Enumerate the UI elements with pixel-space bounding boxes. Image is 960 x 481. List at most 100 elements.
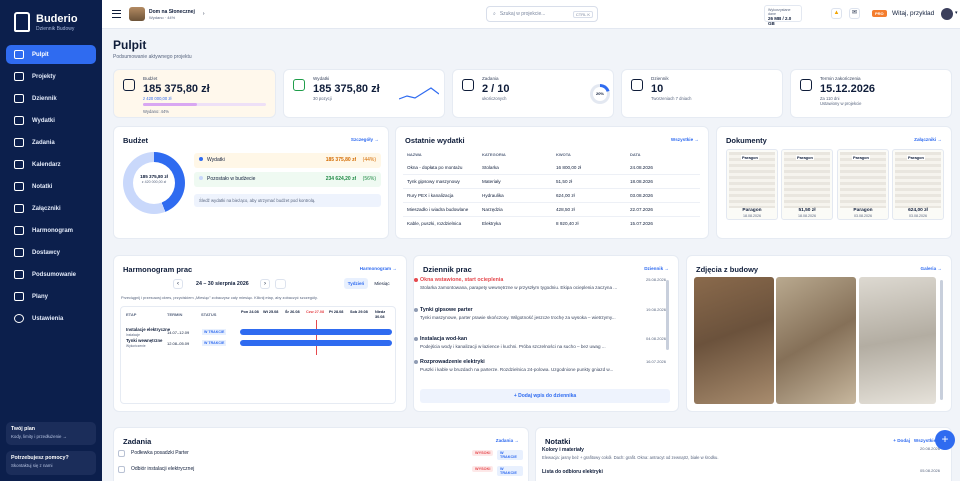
folder-icon xyxy=(14,72,24,81)
stat-card-budget[interactable]: Budżet 185 375,80 zł z 420 000,00 zł Wyd… xyxy=(113,69,276,118)
task-item[interactable]: Odbiór instalacji elektrycznej WYSOKI W TR… xyxy=(118,464,523,480)
col-header: ETAP xyxy=(126,312,137,317)
task-item[interactable]: Podłewka posadzki Parter WYSOKI W TRAKCIE xyxy=(118,448,523,464)
brand[interactable]: Buderio Dziennik Budowy xyxy=(14,12,78,32)
stat-value: 185 375,80 zł xyxy=(143,83,210,95)
sidebar-item-harmonogram[interactable]: Harmonogram xyxy=(6,221,96,240)
construction-photo[interactable] xyxy=(694,277,774,404)
sidebar-item-kalendarz[interactable]: Kalendarz xyxy=(6,155,96,174)
document-thumb[interactable]: Paragon Paragon 18.08.2026 xyxy=(726,149,778,220)
sidebar-item-pulpit[interactable]: Pulpit xyxy=(6,45,96,64)
note-text: Elewacja: jasny beż + grafitowy cokół. D… xyxy=(542,455,719,460)
tasks-link[interactable]: Zadania → xyxy=(496,438,519,443)
view-month-button[interactable]: Miesiąc xyxy=(370,278,394,289)
next-week-button[interactable]: › xyxy=(260,279,270,289)
note-item[interactable]: Lista do odbioru elektryki 05.08.2026 xyxy=(542,468,940,475)
schedule-hint: Przeciągnij i przesuwaj okres, przyciski… xyxy=(121,295,318,300)
budget-details-link[interactable]: Szczegóły → xyxy=(351,137,379,142)
project-thumbnail xyxy=(129,7,145,21)
gantt-bar[interactable] xyxy=(240,329,392,335)
task-checkbox[interactable] xyxy=(118,450,125,457)
stat-card-expenses[interactable]: Wydatki 185 375,80 zł 30 pozycji xyxy=(283,69,445,118)
expenses-all-link[interactable]: Wszystkie → xyxy=(671,137,699,142)
diary-scrollbar[interactable] xyxy=(666,280,669,350)
add-fab-button[interactable]: + xyxy=(935,430,955,450)
sidebar: Buderio Dziennik Budowy Pulpit Projekty … xyxy=(0,0,102,481)
schedule-link[interactable]: Harmonogram → xyxy=(360,266,397,271)
sidebar-item-wydatki[interactable]: Wydatki xyxy=(6,111,96,130)
sidebar-item-label: Dziennik xyxy=(32,95,57,102)
cell: Okna - dopłata po montażu xyxy=(407,165,463,170)
receipt-image: Paragon xyxy=(895,152,941,208)
sidebar-item-plany[interactable]: Plany xyxy=(6,287,96,306)
add-diary-entry-button[interactable]: + Dodaj wpis do dziennika xyxy=(420,389,670,403)
document-date: 03.08.2026 xyxy=(909,214,927,218)
add-note-link[interactable]: + Dodaj xyxy=(893,438,910,443)
table-row[interactable]: Rury PEX i kanalizacja Hydraulika 624,00 z… xyxy=(403,189,700,203)
entry-date: 04.08.2026 xyxy=(645,336,666,341)
diary-link[interactable]: Dziennik → xyxy=(644,266,669,271)
plan-box[interactable]: Twój plan Kody, limity i przedłużenie → xyxy=(6,422,96,445)
gantt-row[interactable]: Tynki wewnętrzne Wykończenie 12.08–05.09… xyxy=(125,338,395,350)
calendar-icon[interactable] xyxy=(275,279,286,289)
day-header: Pt 28.08 xyxy=(329,310,344,314)
sidebar-item-projekty[interactable]: Projekty xyxy=(6,67,96,86)
attachments-link[interactable]: Załączniki → xyxy=(914,137,942,142)
document-thumb[interactable]: Paragon 624,00 zł 03.08.2026 xyxy=(892,149,944,220)
card-title: Notatki xyxy=(545,437,571,446)
photos-scrollbar[interactable] xyxy=(940,280,943,400)
table-row[interactable]: Kable, puszki, rozdzielnica Elektryka 8 92… xyxy=(403,217,700,231)
sidebar-item-label: Podsumowanie xyxy=(32,271,77,278)
diary-entry[interactable]: Tynki gipsowe parter Tynki maszynowe, par… xyxy=(414,307,666,321)
cell: Hydraulika xyxy=(482,193,504,198)
table-row[interactable]: Okna - dopłata po montażu Stolarka 16 800,… xyxy=(403,161,700,175)
sidebar-item-ustawienia[interactable]: Ustawienia xyxy=(6,309,96,328)
prev-week-button[interactable]: ‹ xyxy=(173,279,183,289)
bell-icon[interactable]: ▲ xyxy=(831,8,842,19)
stat-card-deadline[interactable]: Termin zakończenia 15.12.2026 Za 110 dni… xyxy=(790,69,952,118)
table-row[interactable]: Mieszadło i wiadra budowlane Narzędzia 428… xyxy=(403,203,700,217)
sidebar-item-dostawcy[interactable]: Dostawcy xyxy=(6,243,96,262)
edit-icon xyxy=(631,79,643,91)
cell: 51,50 zł xyxy=(556,179,573,184)
help-title: Potrzebujesz pomocy? xyxy=(11,455,69,461)
diary-entry[interactable]: Instalacja wod-kan Podejścia wody i kanal… xyxy=(414,336,666,350)
construction-photo[interactable] xyxy=(776,277,856,404)
budget-card: Budżet Szczegóły → 185 375,80 zł z 420 0… xyxy=(113,126,389,239)
table-row[interactable]: Tynk gipsowy maszynowy Materiały 51,50 zł 1… xyxy=(403,175,700,189)
note-icon xyxy=(14,182,24,191)
document-thumb[interactable]: Paragon Paragon 03.08.2026 xyxy=(837,149,889,220)
search-input[interactable]: ⌕ Szukaj w projekcie... CTRL K xyxy=(486,6,598,22)
receipt-stamp: Paragon xyxy=(741,155,760,160)
avatar[interactable] xyxy=(941,8,953,20)
document-thumb[interactable]: Paragon 51,50 zł 18.08.2026 xyxy=(781,149,833,220)
ring-label: 20% xyxy=(593,87,607,101)
sidebar-item-zadania[interactable]: Zadania xyxy=(6,133,96,152)
task-checkbox[interactable] xyxy=(118,466,125,473)
view-week-button[interactable]: Tydzień xyxy=(344,278,368,289)
cell: 8 920,40 zł xyxy=(556,221,579,226)
note-item[interactable]: Kolory i materiały Elewacja: jasny beż + … xyxy=(542,446,940,460)
wallet-icon xyxy=(14,116,24,125)
logo-icon xyxy=(14,12,30,32)
menu-icon[interactable] xyxy=(112,10,121,18)
stat-card-diary[interactable]: Dziennik 10 Tworzeniach 7 dniach xyxy=(621,69,783,118)
sidebar-item-podsumowanie[interactable]: Podsumowanie xyxy=(6,265,96,284)
sidebar-item-zalaczniki[interactable]: Załączniki xyxy=(6,199,96,218)
task-name: Odbiór instalacji elektrycznej xyxy=(131,466,195,472)
gantt-table xyxy=(120,306,396,404)
project-selector[interactable]: Dom na Słonecznej Wydano · 44% › xyxy=(129,5,209,23)
left-label: Pozostało w budżecie xyxy=(207,176,256,182)
mail-icon[interactable]: ✉ xyxy=(849,8,860,19)
chevron-down-icon[interactable]: ▾ xyxy=(955,10,958,16)
diary-entry[interactable]: Rozprowadzenie elektryki Puszki i kable w… xyxy=(414,359,666,373)
construction-photo[interactable] xyxy=(859,277,936,404)
diary-entry[interactable]: Okna wstawione, start ocieplenia Stolarka… xyxy=(414,277,666,291)
sidebar-item-dziennik[interactable]: Dziennik xyxy=(6,89,96,108)
entry-dot xyxy=(414,337,418,341)
help-box[interactable]: Potrzebujesz pomocy? Skontaktuj się z na… xyxy=(6,451,96,475)
sidebar-item-notatki[interactable]: Notatki xyxy=(6,177,96,196)
gallery-link[interactable]: Galeria → xyxy=(921,266,942,271)
gantt-bar[interactable] xyxy=(240,340,392,346)
stat-card-tasks[interactable]: Zadania 2 / 10 ukończonych 20% xyxy=(452,69,614,118)
